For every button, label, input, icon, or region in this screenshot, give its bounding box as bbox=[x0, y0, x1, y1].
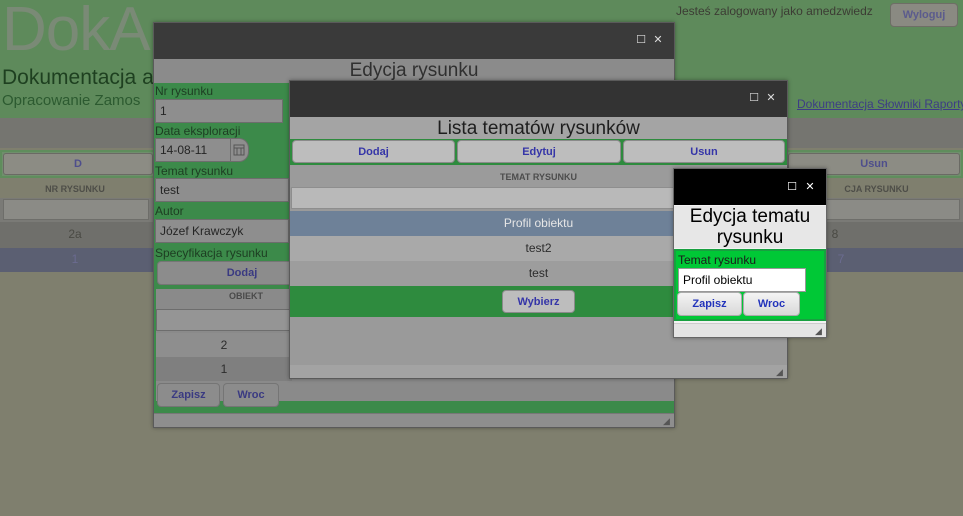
zapisz-button[interactable]: Zapisz bbox=[677, 292, 742, 316]
nr-rysunku-label: Nr rysunku bbox=[155, 84, 214, 98]
obiekt-filter-input[interactable] bbox=[156, 309, 292, 331]
dialog-statusbar: ◢ bbox=[154, 413, 674, 427]
maximize-icon[interactable]: ☐ bbox=[634, 34, 648, 48]
temat-rysunku-input[interactable]: test bbox=[155, 178, 289, 202]
app-logo: DokA bbox=[2, 0, 151, 64]
close-icon[interactable]: ✕ bbox=[764, 92, 778, 106]
header-info: Opracowanie Zamos bbox=[2, 92, 141, 109]
dialog-toolbar: Dodaj Edytuj Usun bbox=[290, 139, 787, 165]
resize-grip-icon[interactable]: ◢ bbox=[815, 326, 825, 336]
resize-grip-icon[interactable]: ◢ bbox=[776, 367, 786, 377]
data-eksploracji-label: Data eksploracji bbox=[155, 124, 241, 138]
edytuj-button[interactable]: Edytuj bbox=[457, 140, 621, 163]
dialog-titlebar[interactable]: ☐ ✕ bbox=[674, 169, 826, 205]
app-subtitle: Dokumentacja a bbox=[2, 66, 154, 89]
data-eksploracji-input[interactable]: 14-08-11 bbox=[155, 138, 231, 162]
temat-rysunku-input[interactable]: Profil obiektu bbox=[678, 268, 806, 292]
filter-input-nr[interactable] bbox=[3, 199, 149, 220]
autor-label: Autor bbox=[155, 204, 184, 218]
resize-grip-icon[interactable]: ◢ bbox=[663, 416, 673, 426]
table-row[interactable]: 2 bbox=[156, 333, 292, 357]
maximize-icon[interactable]: ☐ bbox=[747, 92, 761, 106]
maximize-icon[interactable]: ☐ bbox=[785, 181, 799, 195]
table-cell-nr: 2a bbox=[68, 227, 82, 241]
temat-rysunku-label: Temat rysunku bbox=[155, 164, 234, 178]
temat-rysunku-label: Temat rysunku bbox=[678, 253, 757, 267]
wybierz-button[interactable]: Wybierz bbox=[502, 290, 575, 313]
nav-links[interactable]: Dokumentacja Słowniki Raporty bbox=[797, 97, 963, 111]
close-icon[interactable]: ✕ bbox=[803, 181, 817, 195]
column-header-nr-rysunku[interactable]: NR RYSUNKU bbox=[0, 180, 150, 198]
wroc-button[interactable]: Wroc bbox=[743, 292, 800, 316]
dialog-statusbar: ◢ bbox=[674, 323, 826, 337]
autor-select[interactable]: Józef Krawczyk bbox=[155, 219, 289, 243]
dialog-titlebar[interactable]: ☐ ✕ bbox=[154, 23, 674, 59]
logout-button[interactable]: Wyloguj bbox=[890, 3, 958, 27]
zapisz-button[interactable]: Zapisz bbox=[157, 383, 220, 407]
main-dodaj-button[interactable]: D bbox=[3, 153, 153, 175]
edycja-tematu-dialog: ☐ ✕ Edycja tematu rysunku Temat rysunku … bbox=[673, 168, 827, 338]
dialog-statusbar: ◢ bbox=[290, 364, 787, 378]
close-icon[interactable]: ✕ bbox=[651, 34, 665, 48]
nr-rysunku-input[interactable]: 1 bbox=[155, 99, 283, 123]
dodaj-button[interactable]: Dodaj bbox=[292, 140, 455, 163]
table-cell-right: 7 bbox=[837, 252, 845, 266]
logged-in-text: Jesteś zalogowany jako amedzwiedz bbox=[676, 4, 873, 18]
usun-button[interactable]: Usun bbox=[623, 140, 785, 163]
table-cell-nr: 1 bbox=[71, 252, 79, 266]
dialog-title: Lista tematów rysunków bbox=[290, 117, 787, 139]
calendar-icon[interactable] bbox=[231, 138, 249, 162]
wroc-button[interactable]: Wroc bbox=[223, 383, 279, 407]
dialog-title: Edycja tematu rysunku bbox=[674, 206, 826, 248]
specyfikacja-label: Specyfikacja rysunku bbox=[155, 246, 268, 260]
dialog-titlebar[interactable]: ☐ ✕ bbox=[290, 81, 787, 117]
table-row[interactable]: 1 bbox=[156, 357, 292, 381]
